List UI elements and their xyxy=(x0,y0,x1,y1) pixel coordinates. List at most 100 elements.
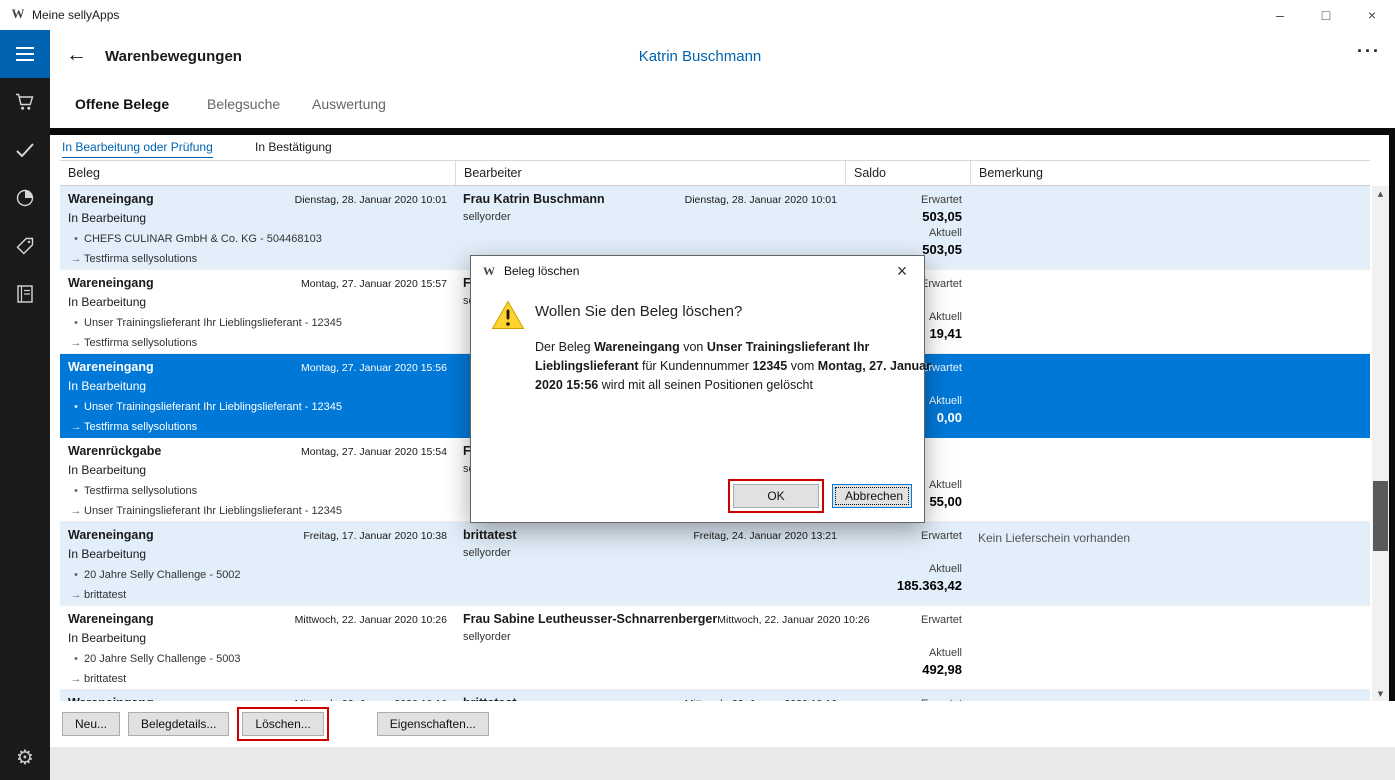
loeschen-button[interactable]: Löschen... xyxy=(242,712,323,736)
current-user[interactable]: Katrin Buschmann xyxy=(605,48,795,65)
dialog-close-button[interactable]: × xyxy=(880,256,924,286)
beleg-cell: Wareneingang Montag, 27. Januar 2020 15:5… xyxy=(60,270,455,353)
minimize-button[interactable]: – xyxy=(1257,0,1303,30)
footer-strip xyxy=(50,747,1395,780)
scrollbar-track[interactable] xyxy=(1372,201,1389,686)
actual-label: Aktuell xyxy=(853,227,962,240)
subitem-text: Testfirma sellysolutions xyxy=(84,253,197,265)
beleg-cell: WareneingangMontag, 27. Januar 2020 15:5… xyxy=(60,354,455,437)
tab-offene-belege[interactable]: Offene Belege xyxy=(75,96,169,112)
belegdetails-button[interactable]: Belegdetails... xyxy=(128,712,229,736)
scrollbar-thumb[interactable] xyxy=(1373,481,1388,551)
sidebar-item-prices[interactable] xyxy=(0,222,50,270)
doc-status: In Bearbeitung xyxy=(68,295,447,309)
doc-type: Wareneingang xyxy=(68,276,154,290)
dialog-titlebar: W Beleg löschen × xyxy=(471,256,924,286)
doc-subitem: →Testfirma sellysolutions xyxy=(68,337,447,349)
table-row[interactable]: Wareneingang Freitag, 17. Januar 2020 10:… xyxy=(60,522,1370,606)
table-row[interactable]: WareneingangMittwoch, 22. Januar 2020 10… xyxy=(60,606,1370,690)
column-header-saldo[interactable]: Saldo xyxy=(845,161,970,185)
actual-value: 492,98 xyxy=(853,662,962,678)
menu-button[interactable] xyxy=(0,30,50,78)
expected-label: Erwartet xyxy=(853,194,962,207)
scroll-down-button[interactable]: ▼ xyxy=(1372,686,1389,701)
beleg-cell: WareneingangMittwoch, 22. Januar 2020 10… xyxy=(60,606,455,689)
subitem-marker-icon: → xyxy=(68,253,84,265)
bemerkung-cell xyxy=(970,186,1370,269)
doc-status: In Bearbeitung xyxy=(68,463,447,477)
hamburger-icon xyxy=(16,47,34,61)
dialog-body-segment: für Kundennummer xyxy=(639,359,753,373)
subitem-text: Testfirma sellysolutions xyxy=(84,485,197,497)
doc-type: Wareneingang xyxy=(68,528,154,542)
saldo-cell: Erwartet xyxy=(845,690,970,701)
window-titlebar: W Meine sellyApps – □ × xyxy=(0,0,1395,30)
filter-in-bearbeitung[interactable]: In Bearbeitung oder Prüfung xyxy=(62,140,213,158)
beleg-cell: WareneingangDienstag, 28. Januar 2020 10… xyxy=(60,186,455,269)
settings-gear-icon[interactable]: ⚙ xyxy=(0,740,50,774)
doc-title-line: Wareneingang Freitag, 17. Januar 2020 10:… xyxy=(68,528,447,542)
neu-button[interactable]: Neu... xyxy=(62,712,120,736)
column-header-bearbeiter[interactable]: Bearbeiter xyxy=(455,161,845,185)
tab-auswertung[interactable]: Auswertung xyxy=(312,96,386,112)
dialog-body-segment: 12345 xyxy=(752,359,787,373)
pie-chart-icon xyxy=(16,189,34,207)
filter-in-bestaetigung[interactable]: In Bestätigung xyxy=(255,140,332,154)
bottom-toolbar: Neu... Belegdetails... Löschen... Eigens… xyxy=(50,701,1395,747)
subitem-text: Testfirma sellysolutions xyxy=(84,421,197,433)
expected-label: Erwartet xyxy=(853,614,962,627)
saldo-cell: ErwartetAktuell185.363,42 xyxy=(845,522,970,605)
expected-value xyxy=(853,629,962,645)
expected-value xyxy=(853,545,962,561)
doc-date: Mittwoch, 22. Januar 2020 10:26 xyxy=(295,614,447,626)
more-menu-icon[interactable]: ··· xyxy=(1357,41,1381,62)
bearbeiter-cell: Frau Sabine Leutheusser-SchnarrenbergerM… xyxy=(455,606,845,689)
window-title: Meine sellyApps xyxy=(32,8,119,22)
subitem-marker-icon: • xyxy=(68,317,84,329)
column-header-beleg[interactable]: Beleg xyxy=(60,161,455,185)
doc-subitem: •Unser Trainingslieferant Ihr Lieblingsl… xyxy=(68,401,447,413)
actual-value: 185.363,42 xyxy=(853,578,962,594)
app-logo-icon: W xyxy=(10,6,26,22)
close-button[interactable]: × xyxy=(1349,0,1395,30)
sidebar-item-ledger[interactable] xyxy=(0,270,50,318)
table-row[interactable]: WareneingangMittwoch, 22. Januar 2020 10… xyxy=(60,690,1370,701)
vertical-scrollbar[interactable]: ▲ ▼ xyxy=(1372,186,1389,701)
delete-dialog: W Beleg löschen × Wollen Sie den Beleg l… xyxy=(470,255,925,523)
editor-app: sellyorder xyxy=(463,631,837,643)
doc-type: Wareneingang xyxy=(68,192,154,206)
sidebar: ⚙ xyxy=(0,30,50,780)
doc-type: Warenrückgabe xyxy=(68,444,161,458)
dialog-footer: OK Abbrechen xyxy=(728,479,912,513)
dialog-app-icon: W xyxy=(481,263,497,279)
scroll-up-button[interactable]: ▲ xyxy=(1372,186,1389,201)
subitem-text: Unser Trainingslieferant Ihr Lieblingsli… xyxy=(84,317,342,329)
doc-title-line: WareneingangMittwoch, 22. Januar 2020 10… xyxy=(68,612,447,626)
subitem-text: CHEFS CULINAR GmbH & Co. KG - 504468103 xyxy=(84,233,322,245)
page-title: Warenbewegungen xyxy=(105,48,242,65)
bemerkung-cell: Kein Lieferschein vorhanden xyxy=(970,522,1370,605)
doc-subitem: →brittatest xyxy=(68,589,447,601)
eigenschaften-button[interactable]: Eigenschaften... xyxy=(377,712,489,736)
sidebar-item-tasks[interactable] xyxy=(0,126,50,174)
sidebar-item-cart[interactable] xyxy=(0,78,50,126)
cancel-button[interactable]: Abbrechen xyxy=(832,484,912,508)
ledger-icon xyxy=(17,285,33,303)
back-button[interactable]: ← xyxy=(66,43,87,67)
ok-button[interactable]: OK xyxy=(733,484,819,508)
doc-date: Freitag, 17. Januar 2020 10:38 xyxy=(303,530,447,542)
subitem-marker-icon: • xyxy=(68,569,84,581)
maximize-button[interactable]: □ xyxy=(1303,0,1349,30)
sidebar-item-reports[interactable] xyxy=(0,174,50,222)
beleg-cell: WarenrückgabeMontag, 27. Januar 2020 15:… xyxy=(60,438,455,521)
bearbeiter-cell: brittatestMittwoch, 22. Januar 2020 10:1… xyxy=(455,690,845,701)
subitem-marker-icon: → xyxy=(68,673,84,685)
tab-belegsuche[interactable]: Belegsuche xyxy=(207,96,280,112)
column-header-bemerkung[interactable]: Bemerkung xyxy=(970,161,1370,185)
editor-date: Freitag, 24. Januar 2020 13:21 xyxy=(693,530,837,542)
dialog-title: Beleg löschen xyxy=(504,264,579,278)
doc-title-line: WareneingangDienstag, 28. Januar 2020 10… xyxy=(68,192,447,206)
doc-date: Montag, 27. Januar 2020 15:57 xyxy=(301,278,447,290)
editor-name: brittatest xyxy=(463,528,516,542)
dialog-heading: Wollen Sie den Beleg löschen? xyxy=(535,303,742,320)
